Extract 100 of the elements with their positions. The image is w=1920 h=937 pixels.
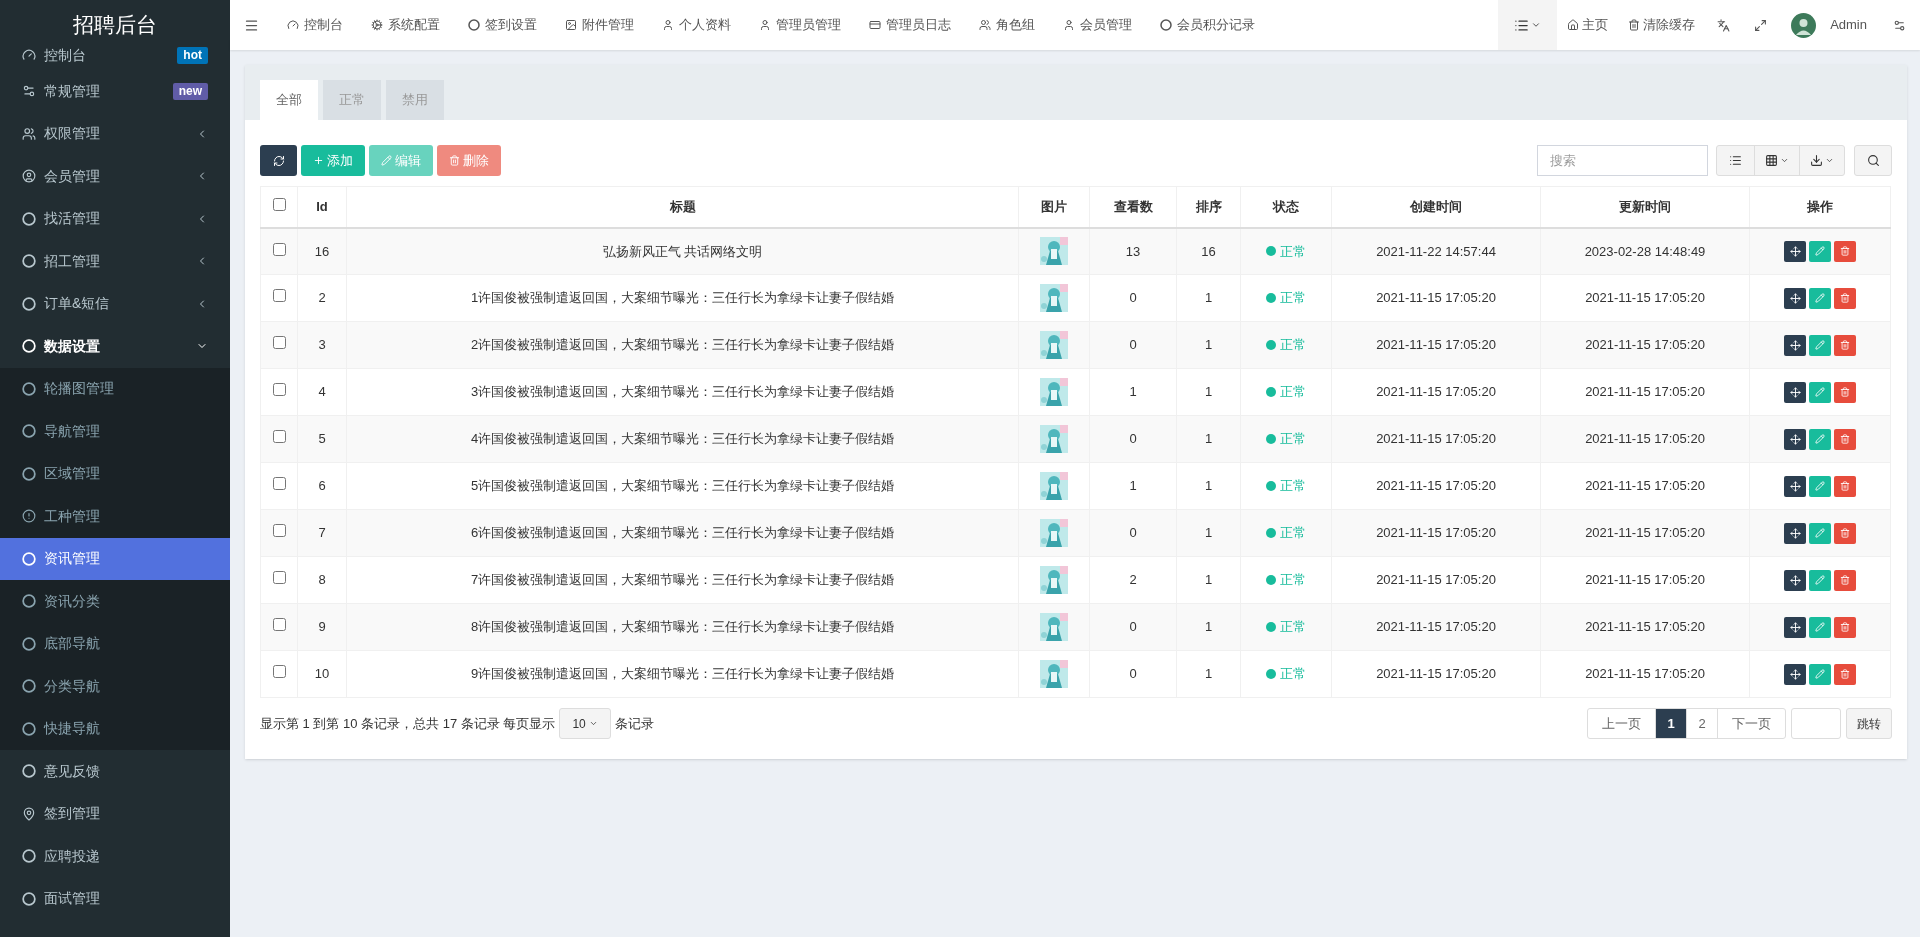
circle-icon — [468, 19, 480, 31]
delete-button[interactable] — [1834, 569, 1856, 591]
pencil-icon — [1815, 575, 1825, 585]
list-icon — [1514, 17, 1530, 33]
delete-button[interactable] — [1834, 287, 1856, 309]
trash-icon — [1840, 434, 1850, 444]
sidebar-item[interactable]: 导航管理 — [0, 410, 230, 453]
top-nav-tab[interactable]: 会员积分记录 — [1146, 0, 1269, 50]
delete-button[interactable] — [1834, 663, 1856, 685]
drag-button[interactable] — [1784, 287, 1806, 309]
sidebar-item[interactable]: 工种管理 — [0, 495, 230, 538]
row-checkbox[interactable] — [272, 242, 286, 256]
sidebar-item[interactable]: 招工管理 — [0, 240, 230, 283]
sidebar-item[interactable]: 权限管理 — [0, 112, 230, 155]
table-cell: 4 — [297, 368, 347, 416]
top-nav-tab[interactable]: 签到设置 — [454, 0, 551, 50]
row-checkbox[interactable] — [272, 618, 286, 632]
next-page-button[interactable]: 下一页 — [1717, 709, 1785, 738]
sidebar-item[interactable]: 轮播图管理 — [0, 367, 230, 410]
top-nav-tab[interactable]: 个人资料 — [648, 0, 745, 50]
page-input[interactable] — [1791, 708, 1841, 739]
delete-button[interactable] — [1834, 616, 1856, 638]
page-button[interactable]: 2 — [1686, 709, 1717, 738]
row-checkbox[interactable] — [272, 571, 286, 585]
language-icon — [1717, 18, 1731, 32]
row-checkbox[interactable] — [272, 336, 286, 350]
top-nav-tab[interactable]: 控制台 — [273, 0, 357, 50]
top-nav-tab[interactable]: 管理员日志 — [855, 0, 965, 50]
delete-button[interactable] — [1834, 334, 1856, 356]
sidebar-item[interactable]: 会员管理 — [0, 155, 230, 198]
move-icon — [1789, 574, 1801, 586]
drag-button[interactable] — [1784, 334, 1806, 356]
circle-icon — [22, 424, 36, 439]
sidebar-item[interactable]: 应聘投递 — [0, 835, 230, 878]
column-header: 操作 — [1749, 186, 1891, 228]
tab[interactable]: 全部 — [260, 80, 318, 120]
sidebar-item[interactable]: 底部导航 — [0, 622, 230, 665]
drag-button[interactable] — [1784, 475, 1806, 497]
top-nav-tab[interactable]: 系统配置 — [357, 0, 454, 50]
drag-button[interactable] — [1784, 616, 1806, 638]
row-checkbox[interactable] — [272, 430, 286, 444]
circle-icon — [22, 679, 36, 694]
delete-button[interactable] — [1834, 381, 1856, 403]
top-nav-link[interactable]: 主页 — [1557, 0, 1619, 50]
sidebar-item[interactable]: 签到管理 — [0, 792, 230, 835]
table-cell: 8许国俊被强制遣返回国，大案细节曝光：三任行长为拿绿卡让妻子假结婚 — [346, 603, 1019, 651]
search-button[interactable] — [1854, 145, 1892, 176]
sidebar-item[interactable]: 控制台 hot — [0, 40, 230, 70]
top-nav-tab[interactable]: 会员管理 — [1049, 0, 1146, 50]
table-cell: 9 — [297, 603, 347, 651]
sidebar-item[interactable]: 面试管理 — [0, 877, 230, 920]
trash-icon — [1840, 481, 1850, 491]
top-nav-tab[interactable]: 附件管理 — [551, 0, 648, 50]
caret-icon — [588, 719, 598, 728]
search-field[interactable]: 搜索 — [1537, 145, 1708, 176]
prev-page-button[interactable]: 上一页 — [1588, 709, 1655, 738]
circle-icon — [1160, 19, 1172, 31]
table-cell: 2 — [297, 274, 347, 322]
row-checkbox[interactable] — [272, 524, 286, 538]
page-button[interactable]: 1 — [1655, 709, 1686, 738]
table-cell: 0 — [1089, 415, 1177, 463]
drag-button[interactable] — [1784, 381, 1806, 403]
drag-button[interactable] — [1784, 428, 1806, 450]
drag-button[interactable] — [1784, 522, 1806, 544]
top-nav-tab[interactable]: 管理员管理 — [745, 0, 855, 50]
drag-button[interactable] — [1784, 569, 1806, 591]
sidebar-item[interactable]: 找活管理 — [0, 197, 230, 240]
delete-button[interactable] — [1834, 475, 1856, 497]
caret-icon — [1531, 20, 1542, 30]
select-all-checkbox[interactable] — [272, 198, 286, 211]
top-nav-link[interactable]: 清除缓存 — [1618, 0, 1706, 50]
delete-button[interactable] — [1834, 522, 1856, 544]
table-cell: 1 — [1176, 321, 1241, 369]
top-nav-tab[interactable]: 角色组 — [965, 0, 1049, 50]
sidebar-item[interactable]: 区域管理 — [0, 452, 230, 495]
drag-button[interactable] — [1784, 240, 1806, 262]
table-cell: 5 — [297, 415, 347, 463]
sidebar-item[interactable]: 意见反馈 — [0, 750, 230, 793]
circle-icon — [22, 296, 36, 311]
sidebar-item[interactable]: 订单&短信 — [0, 282, 230, 325]
row-checkbox[interactable] — [272, 665, 286, 679]
row-checkbox[interactable] — [272, 477, 286, 491]
refresh-button[interactable] — [260, 145, 297, 176]
export-icon — [1810, 154, 1823, 167]
sidebar-item[interactable]: 数据设置 — [0, 325, 230, 368]
row-checkbox[interactable] — [272, 289, 286, 303]
drag-button[interactable] — [1784, 663, 1806, 685]
table-cell: 0 — [1089, 274, 1177, 322]
row-checkbox[interactable] — [272, 383, 286, 397]
table-cell: 2021-11-15 17:05:20 — [1540, 556, 1750, 604]
sidebar-item[interactable]: 资讯分类 — [0, 580, 230, 623]
sidebar-item[interactable]: 快捷导航 — [0, 707, 230, 750]
delete-button[interactable] — [1834, 240, 1856, 262]
user-name[interactable]: Admin — [1830, 15, 1867, 35]
jump-button[interactable]: 跳转 — [1846, 708, 1892, 739]
page-size-select[interactable]: 10 — [559, 708, 611, 739]
sidebar-item[interactable]: 常规管理 new — [0, 70, 230, 113]
sidebar-item[interactable]: 资讯管理 — [0, 537, 230, 580]
delete-button[interactable] — [1834, 428, 1856, 450]
sidebar-item[interactable]: 分类导航 — [0, 665, 230, 708]
